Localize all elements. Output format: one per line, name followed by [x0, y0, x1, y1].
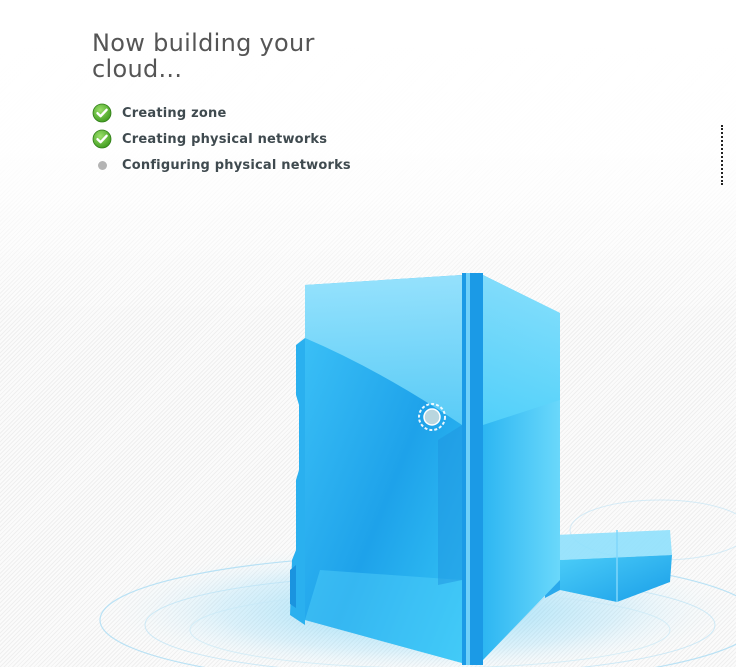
step-label: Creating zone — [122, 105, 227, 121]
step-label: Configuring physical networks — [122, 157, 351, 173]
progress-step-list: Creating zone Creating physical networks… — [92, 100, 351, 178]
checkmark-icon — [92, 103, 112, 123]
step-configuring-physical-networks: Configuring physical networks — [92, 152, 351, 178]
step-creating-zone: Creating zone — [92, 100, 351, 126]
cloud-server-icon — [90, 273, 736, 667]
step-creating-physical-networks: Creating physical networks — [92, 126, 351, 152]
step-label: Creating physical networks — [122, 131, 328, 147]
page-title: Now building your cloud... — [92, 29, 315, 83]
scroll-indicator — [721, 125, 723, 185]
checkmark-icon — [92, 129, 112, 149]
pending-dot-icon — [92, 155, 112, 175]
